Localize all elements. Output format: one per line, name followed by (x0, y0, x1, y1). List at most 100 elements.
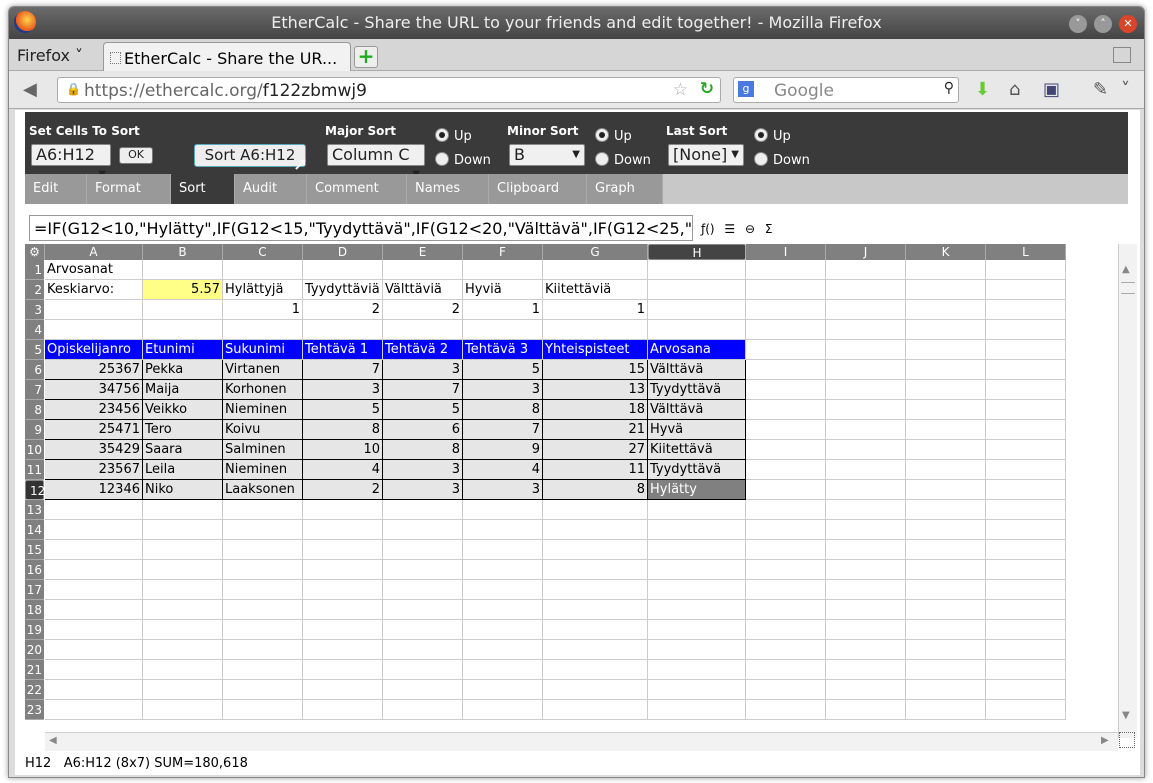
table-cell[interactable] (906, 560, 986, 580)
table-cell[interactable]: Tero (143, 420, 223, 440)
url-bar[interactable]: 🔒 https://ethercalc.org/f122zbmwj9 ☆ ↻ (57, 77, 721, 103)
table-cell[interactable] (986, 300, 1066, 320)
table-cell[interactable]: Tyydyttäviä (303, 280, 383, 300)
table-cell[interactable] (906, 640, 986, 660)
table-cell[interactable]: Nieminen (223, 400, 303, 420)
table-cell[interactable]: 8 (543, 480, 648, 500)
tab-names[interactable]: Names (407, 174, 489, 204)
table-cell[interactable] (303, 540, 383, 560)
table-cell[interactable] (648, 320, 746, 340)
table-cell[interactable] (746, 620, 826, 640)
table-cell[interactable] (906, 580, 986, 600)
table-cell[interactable] (383, 260, 463, 280)
table-cell[interactable] (986, 460, 1066, 480)
table-cell[interactable] (906, 480, 986, 500)
row-header[interactable]: 11 (25, 460, 44, 480)
horizontal-scrollbar[interactable]: ◀ ▶ (45, 732, 1118, 751)
table-cell[interactable] (383, 320, 463, 340)
table-cell[interactable] (45, 600, 143, 620)
table-cell[interactable] (45, 320, 143, 340)
table-cell[interactable] (906, 620, 986, 640)
range-select[interactable]: A6:H12▼ (31, 144, 111, 180)
binoculars-icon[interactable]: ⚲ (944, 80, 954, 96)
table-cell[interactable]: Tyydyttävä (648, 380, 746, 400)
close-icon[interactable]: ✕ (1119, 15, 1137, 33)
table-cell[interactable] (746, 520, 826, 540)
table-cell[interactable] (986, 700, 1066, 720)
table-cell[interactable]: 12346 (45, 480, 143, 500)
table-cell[interactable] (746, 320, 826, 340)
tab-groups-icon[interactable] (1113, 47, 1131, 63)
table-cell[interactable] (986, 620, 1066, 640)
table-cell[interactable] (463, 700, 543, 720)
table-cell[interactable]: 2 (303, 480, 383, 500)
table-cell[interactable] (746, 280, 826, 300)
row-header[interactable]: 23 (25, 700, 44, 720)
table-cell[interactable]: 8 (303, 420, 383, 440)
table-cell[interactable] (543, 560, 648, 580)
table-cell[interactable] (543, 320, 648, 340)
function-icon[interactable]: ƒ() (701, 222, 715, 236)
table-cell[interactable] (383, 640, 463, 660)
table-cell[interactable] (543, 660, 648, 680)
row-header[interactable]: 14 (25, 520, 44, 540)
tab-comment[interactable]: Comment (307, 174, 407, 204)
table-cell[interactable]: 35429 (45, 440, 143, 460)
table-cell[interactable] (906, 380, 986, 400)
table-cell[interactable]: Tehtävä 3 (463, 340, 543, 360)
table-cell[interactable] (648, 300, 746, 320)
table-cell[interactable] (826, 480, 906, 500)
table-cell[interactable] (746, 360, 826, 380)
table-cell[interactable]: Saara (143, 440, 223, 460)
spreadsheet-grid[interactable]: ⚙ A B C D E F G H I J K L 1 2 3 4 5 6 7 8 9 10 11 12 13 14 15 16 17 18… (25, 244, 1128, 738)
table-cell[interactable]: 27 (543, 440, 648, 460)
table-cell[interactable] (45, 580, 143, 600)
table-cell[interactable] (303, 680, 383, 700)
table-cell[interactable] (648, 500, 746, 520)
table-cell[interactable] (826, 640, 906, 660)
table-cell[interactable]: 9 (463, 440, 543, 460)
table-cell[interactable] (746, 420, 826, 440)
table-cell[interactable]: 18 (543, 400, 648, 420)
scroll-left-icon[interactable]: ◀ (49, 735, 57, 746)
table-cell[interactable] (986, 660, 1066, 680)
table-cell[interactable] (746, 480, 826, 500)
table-cell[interactable] (746, 300, 826, 320)
table-cell[interactable]: 5 (383, 400, 463, 420)
column-header[interactable]: D (303, 244, 383, 260)
table-cell[interactable] (906, 700, 986, 720)
row-header[interactable]: 10 (25, 440, 44, 460)
table-cell[interactable] (746, 660, 826, 680)
table-cell[interactable]: 3 (383, 480, 463, 500)
table-cell[interactable] (45, 560, 143, 580)
row-header[interactable]: 3 (25, 300, 44, 320)
table-cell[interactable] (906, 320, 986, 340)
row-header[interactable]: 17 (25, 580, 44, 600)
table-cell[interactable] (223, 520, 303, 540)
row-header[interactable]: 19 (25, 620, 44, 640)
table-cell[interactable]: 7 (383, 380, 463, 400)
minimize-icon[interactable]: ˅ (1069, 15, 1087, 33)
table-cell[interactable] (223, 680, 303, 700)
table-cell[interactable] (826, 700, 906, 720)
table-cell[interactable] (746, 560, 826, 580)
table-cell[interactable]: 11 (543, 460, 648, 480)
table-cell[interactable] (906, 660, 986, 680)
table-cell[interactable] (45, 500, 143, 520)
table-cell[interactable] (746, 260, 826, 280)
tab-sort[interactable]: Sort (171, 174, 235, 204)
row-header[interactable]: 4 (25, 320, 44, 340)
table-cell[interactable]: 1 (543, 300, 648, 320)
row-header[interactable]: 22 (25, 680, 44, 700)
table-cell[interactable]: Veikko (143, 400, 223, 420)
table-cell[interactable] (986, 340, 1066, 360)
table-cell[interactable]: 3 (383, 360, 463, 380)
table-cell[interactable] (45, 640, 143, 660)
table-cell[interactable] (463, 580, 543, 600)
scroll-down-icon[interactable]: ▼ (1122, 710, 1130, 721)
table-cell[interactable]: 3 (463, 380, 543, 400)
column-header[interactable]: I (746, 244, 826, 260)
table-cell[interactable]: Tehtävä 1 (303, 340, 383, 360)
table-cell[interactable] (826, 380, 906, 400)
table-cell[interactable] (906, 420, 986, 440)
